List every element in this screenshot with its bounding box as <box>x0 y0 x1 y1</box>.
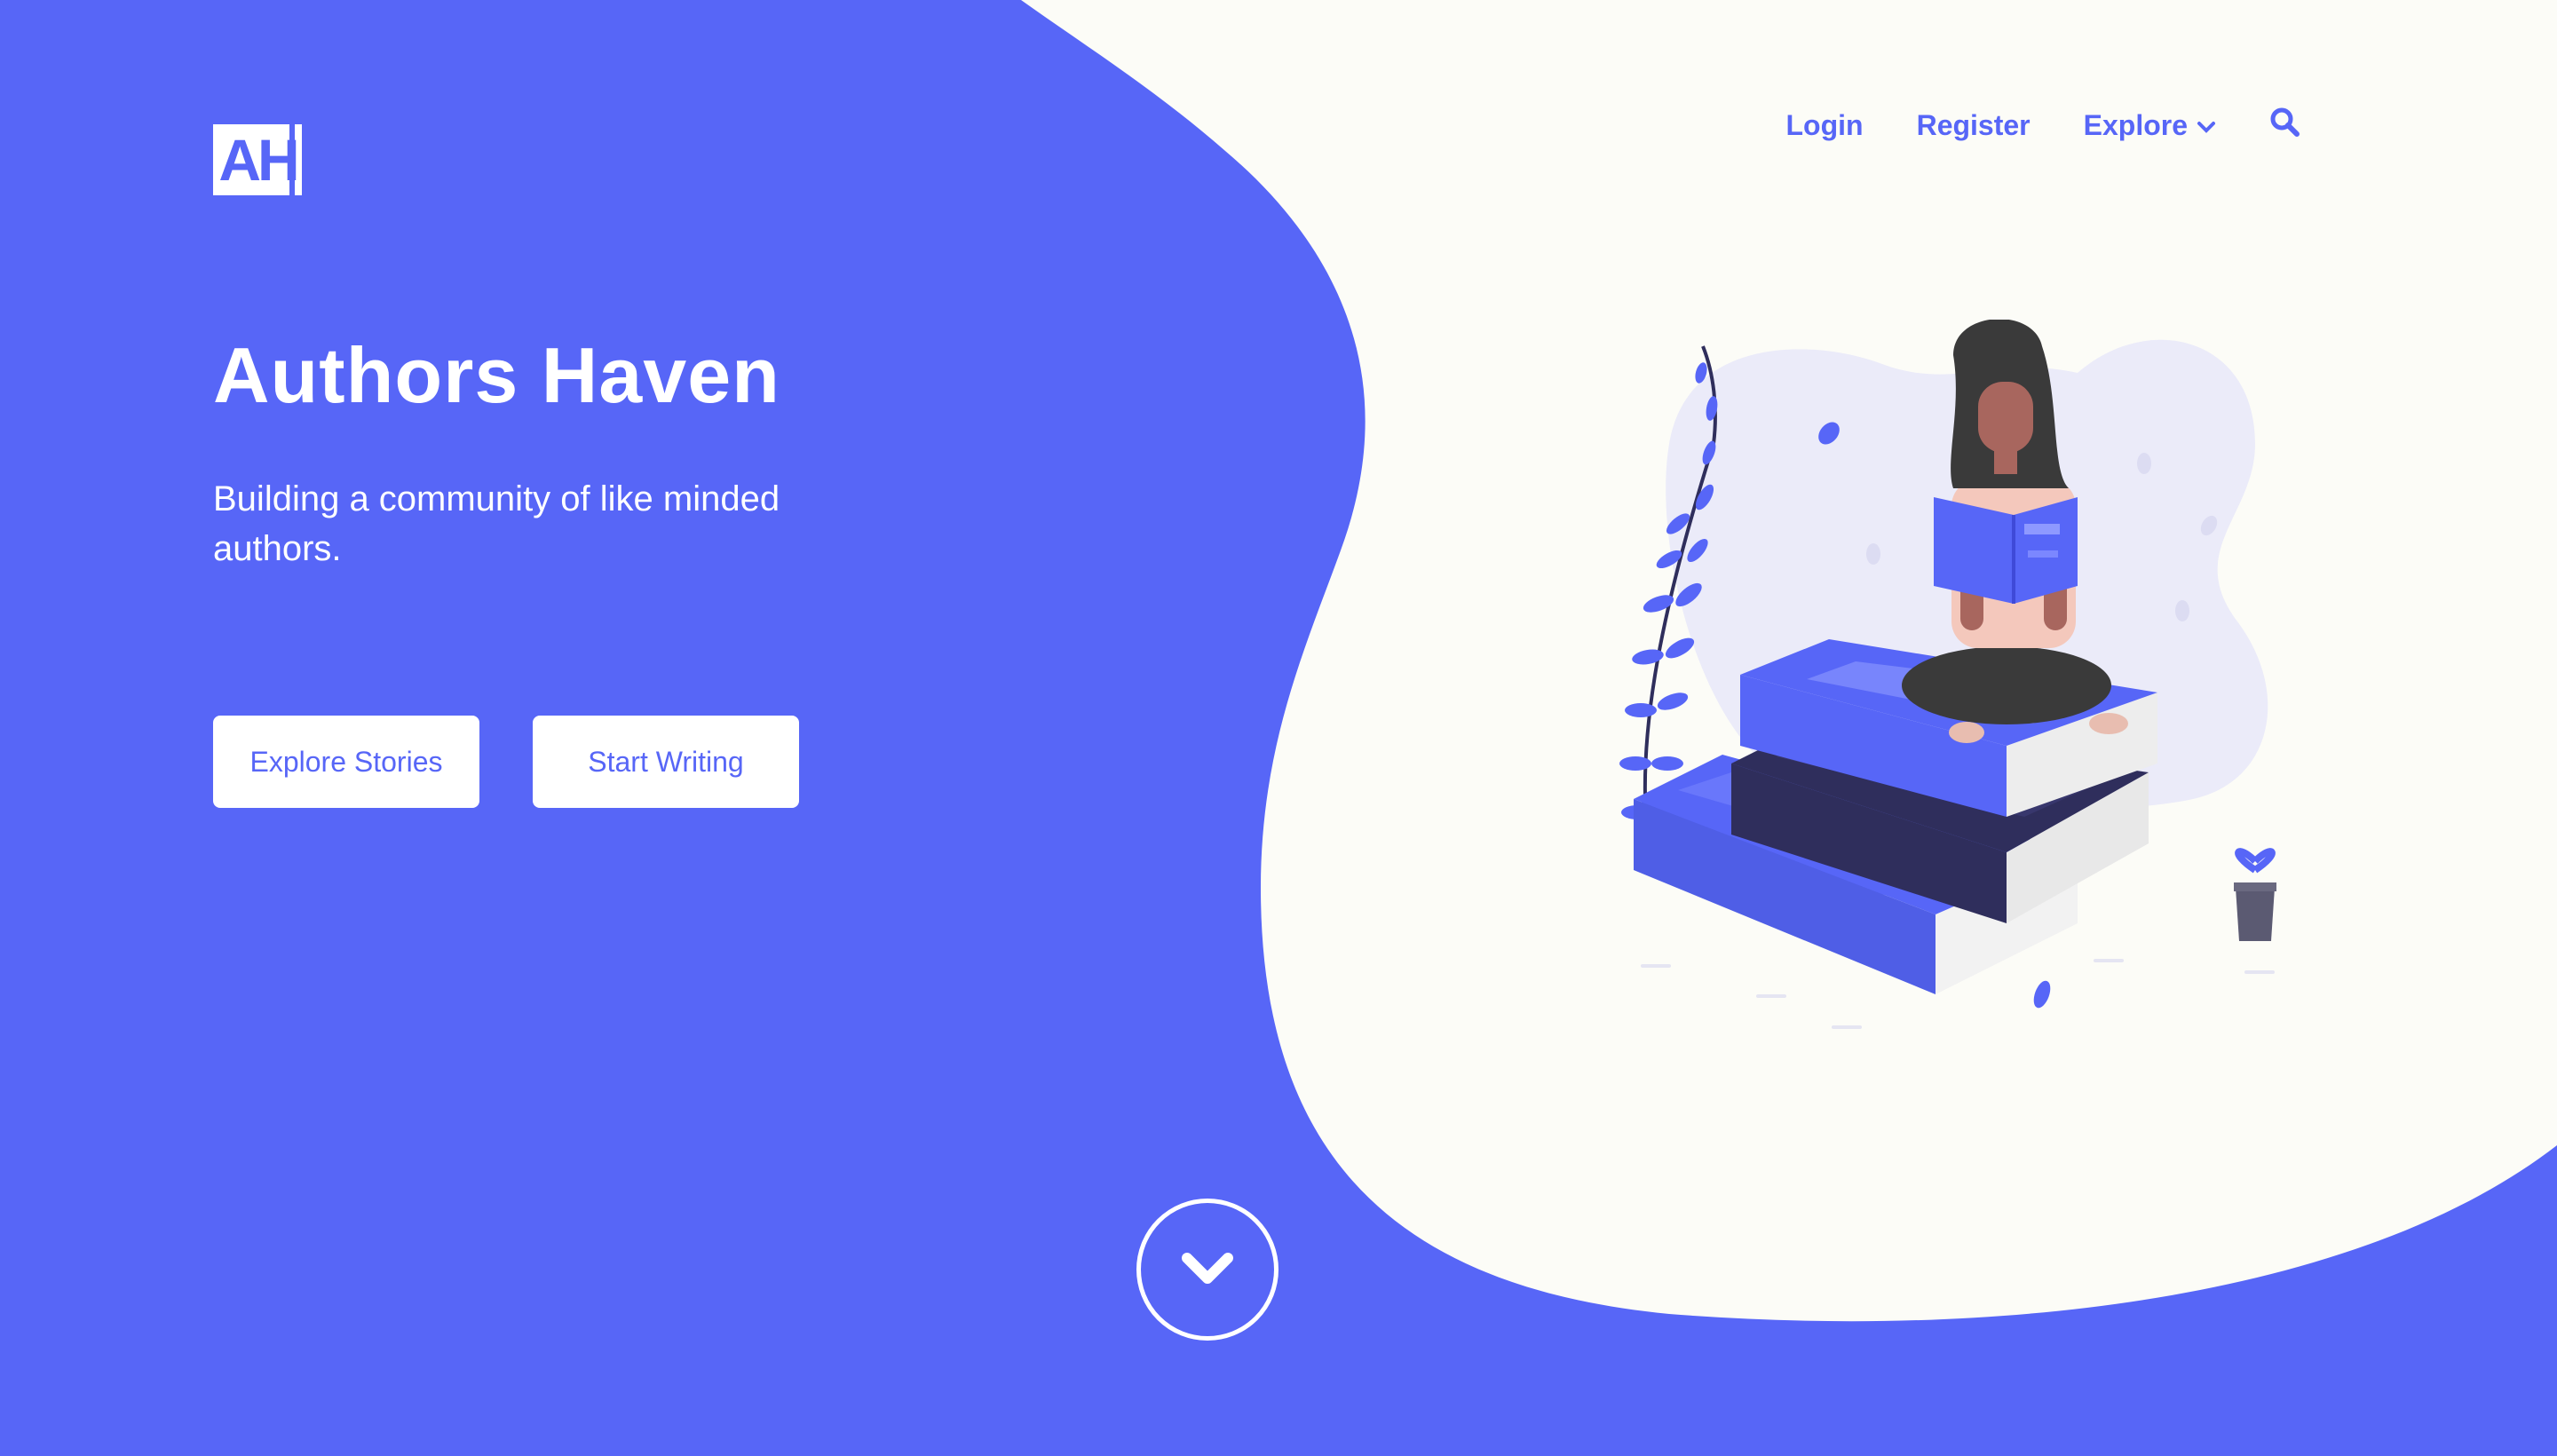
search-button[interactable] <box>2269 107 2300 144</box>
explore-stories-button[interactable]: Explore Stories <box>213 716 479 808</box>
start-writing-button[interactable]: Start Writing <box>533 716 799 808</box>
explore-label: Explore <box>2083 108 2188 141</box>
chevron-down-icon <box>2197 109 2216 142</box>
scroll-down-button[interactable] <box>1136 1199 1278 1341</box>
brand-logo[interactable]: AH <box>213 124 302 195</box>
top-nav: Login Register Explore <box>1786 107 2300 144</box>
reading-illustration <box>1619 320 2276 1029</box>
chevron-down-icon <box>1176 1246 1239 1294</box>
search-icon <box>2269 107 2300 144</box>
hero-title: Authors Haven <box>213 331 780 419</box>
register-link[interactable]: Register <box>1917 109 2031 142</box>
hero-subtitle: Building a community of like minded auth… <box>213 479 780 568</box>
explore-dropdown[interactable]: Explore <box>2084 109 2216 142</box>
login-link[interactable]: Login <box>1786 109 1864 142</box>
